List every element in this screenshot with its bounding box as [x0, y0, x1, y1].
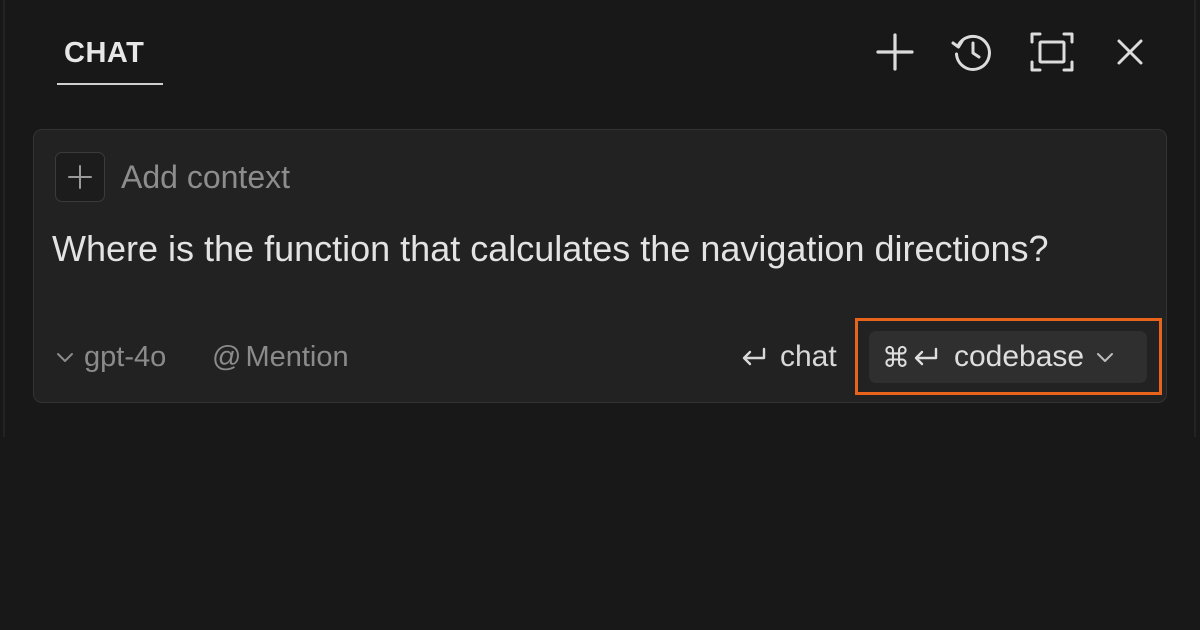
history-icon[interactable] [949, 28, 997, 76]
mention-button[interactable]: @ Mention [212, 337, 349, 377]
maximize-icon[interactable] [1028, 28, 1076, 76]
codebase-submit-button[interactable]: ⌘ codebase [869, 331, 1147, 383]
prompt-input[interactable]: Where is the function that calculates th… [52, 222, 1112, 275]
add-context-label: Add context [121, 159, 290, 195]
mention-label: Mention [245, 340, 349, 373]
tab-chat-label: CHAT [64, 37, 145, 69]
tab-chat[interactable]: CHAT [57, 24, 163, 86]
return-icon [914, 347, 938, 366]
model-selector[interactable]: gpt-4o [56, 337, 166, 377]
return-icon [742, 347, 766, 366]
codebase-label: codebase [954, 340, 1085, 373]
chevron-down-icon [57, 353, 73, 362]
close-icon[interactable] [1106, 28, 1154, 76]
chat-composer[interactable]: Add context Where is the function that c… [33, 129, 1167, 403]
empty-background [0, 437, 1200, 630]
add-context-plus-icon [55, 152, 105, 202]
chat-submit-label: chat [780, 340, 837, 373]
panel-right-border [1194, 0, 1196, 437]
tab-active-indicator [57, 83, 163, 85]
add-context-button[interactable]: Add context [55, 151, 290, 203]
model-label: gpt-4o [84, 340, 167, 373]
plus-icon[interactable] [871, 28, 919, 76]
command-key-icon: ⌘ [882, 341, 910, 373]
at-icon: @ [212, 340, 242, 373]
chat-submit-button[interactable]: chat [740, 337, 837, 377]
panel-left-border [3, 0, 5, 437]
chat-panel: CHAT Add context Where is the function t… [0, 0, 1200, 437]
chevron-down-icon [1097, 353, 1114, 362]
